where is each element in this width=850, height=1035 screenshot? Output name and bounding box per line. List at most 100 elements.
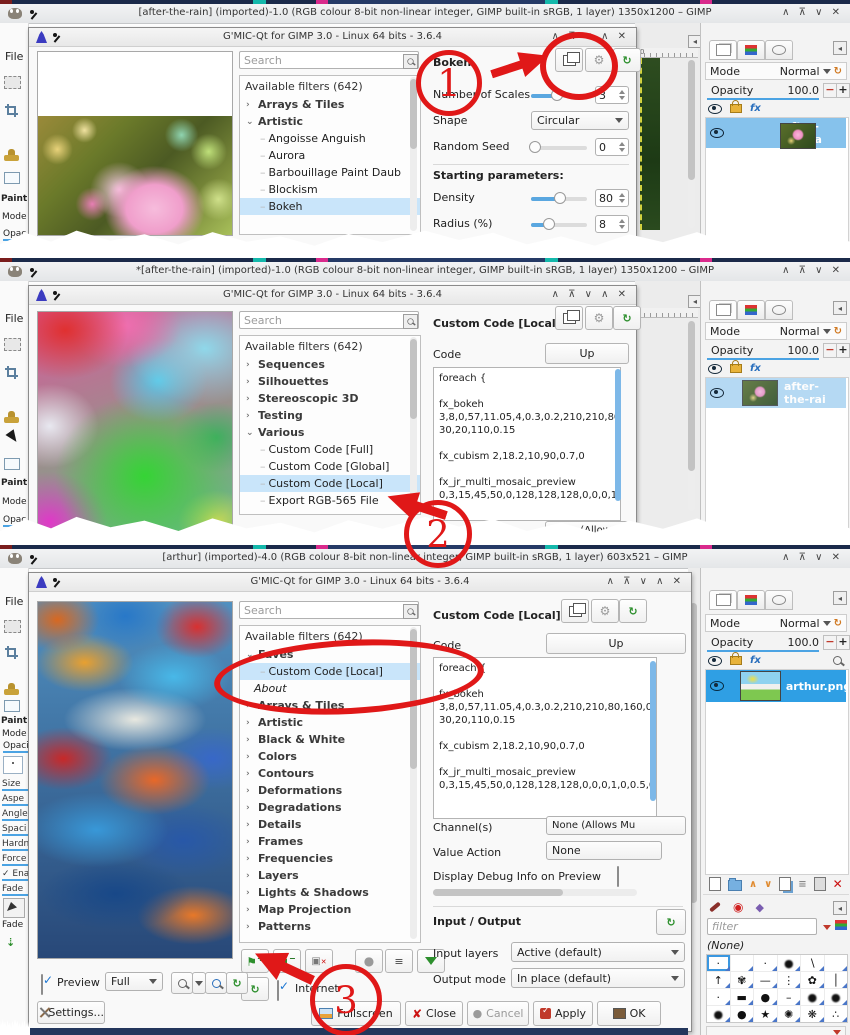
crop-tool-icon[interactable] <box>5 104 18 117</box>
brush-item[interactable]: — <box>754 972 777 988</box>
preview-checkbox[interactable] <box>41 974 43 995</box>
reset-filter-button[interactable]: ↻ <box>619 599 647 623</box>
channels-dropdown[interactable]: None (Allows Mu <box>546 816 686 835</box>
brush-item[interactable]: ✿ <box>801 972 824 988</box>
reset-zoom-button[interactable]: ↻ <box>226 972 248 994</box>
opacity-slider[interactable]: Opacity 100.0 <box>707 83 819 100</box>
density-slider[interactable] <box>531 192 587 204</box>
chevron-down-icon[interactable] <box>823 925 831 930</box>
brush-item[interactable]: ❋ <box>801 1006 824 1022</box>
filter-item[interactable]: › Layers <box>240 867 420 884</box>
ok-button[interactable]: OK <box>597 1001 661 1026</box>
pin-icon[interactable] <box>53 578 57 582</box>
filter-item[interactable]: › Contours <box>240 765 420 782</box>
tool-option-label[interactable]: ✓ Ena <box>2 869 28 881</box>
tool-option-label[interactable]: Fade <box>2 884 28 896</box>
tab-channels[interactable] <box>737 590 765 610</box>
search-layers-icon[interactable] <box>833 656 842 665</box>
update-button[interactable]: Up <box>545 343 629 364</box>
chevron-right-icon[interactable]: › <box>246 854 254 864</box>
tab-paths[interactable] <box>765 300 793 320</box>
pin-icon[interactable] <box>30 10 34 14</box>
code-scrollbar[interactable] <box>650 661 656 801</box>
filter-item[interactable]: – Angoisse Anguish <box>240 130 420 147</box>
brush-item[interactable]: · <box>707 989 730 1005</box>
layer-visibility-icon[interactable] <box>710 388 724 398</box>
crop-tool-icon[interactable] <box>5 366 18 379</box>
mode-select[interactable]: Normal ↻ <box>780 617 842 630</box>
brush-item[interactable]: ∴ <box>824 1006 847 1022</box>
filter-item[interactable]: › Artistic <box>240 714 420 731</box>
brush-item[interactable]: · <box>754 955 777 971</box>
internet-checkbox[interactable] <box>277 980 279 1001</box>
debug-checkbox[interactable] <box>617 866 619 887</box>
lower-layer-icon[interactable]: ∨ <box>764 879 772 890</box>
tab-paths[interactable] <box>765 590 793 610</box>
filter-item[interactable]: › Degradations <box>240 799 420 816</box>
lock-icon[interactable] <box>730 100 742 113</box>
pointer-tool-icon[interactable] <box>5 429 21 445</box>
delete-layer-icon[interactable]: ✕ <box>833 877 843 891</box>
filter-item[interactable]: › Stereoscopic 3D <box>240 390 420 407</box>
seed-slider[interactable] <box>529 141 587 153</box>
chevron-right-icon[interactable]: › <box>246 803 254 813</box>
file-menu[interactable]: File <box>5 50 23 63</box>
opacity-minus-button[interactable]: − <box>823 83 837 98</box>
canvas-vscrollbar[interactable] <box>688 321 695 511</box>
chevron-right-icon[interactable]: › <box>246 718 254 728</box>
dock-menu-button[interactable]: ◂ <box>833 41 847 55</box>
tab-layers[interactable] <box>709 590 737 610</box>
filter-item[interactable]: – Barbouillage Paint Daub <box>240 164 420 181</box>
filter-item[interactable]: › Frames <box>240 833 420 850</box>
chevron-right-icon[interactable]: › <box>246 377 254 387</box>
mode-select[interactable]: Normal ↻ <box>780 325 842 338</box>
filter-item[interactable]: ⌄ Various <box>240 424 420 441</box>
filter-settings-button[interactable]: ⚙ <box>591 599 619 623</box>
chevron-right-icon[interactable]: › <box>246 837 254 847</box>
search-icon[interactable] <box>403 604 418 619</box>
copy-params-button[interactable] <box>555 306 583 330</box>
brush-item[interactable]: ● <box>801 989 824 1005</box>
pin-icon[interactable] <box>30 268 34 272</box>
tool-option-label[interactable]: Hardn <box>2 839 28 851</box>
filter-settings-button[interactable]: ⚙ <box>585 306 613 330</box>
file-menu[interactable]: File <box>5 312 23 325</box>
switch-mode-icon[interactable]: ↻ <box>834 66 842 77</box>
spin-down-icon[interactable] <box>619 96 625 100</box>
chevron-right-icon[interactable]: › <box>246 769 254 779</box>
brush-item[interactable]: ● <box>824 989 847 1005</box>
filter-item[interactable]: › Testing <box>240 407 420 424</box>
brush-item[interactable]: ✺ <box>777 1006 800 1022</box>
tab-channels[interactable] <box>737 300 765 320</box>
rect-select-tool-icon[interactable] <box>4 76 21 89</box>
chevron-right-icon[interactable]: › <box>246 905 254 915</box>
filter-item[interactable]: › Details <box>240 816 420 833</box>
chevron-right-icon[interactable]: › <box>246 752 254 762</box>
window-controls[interactable]: ∧ ⊼ ∨ ✕ <box>782 7 843 18</box>
mode-select[interactable]: Normal ↻ <box>780 65 842 78</box>
filter-item[interactable]: – Custom Code [Local] <box>240 475 420 492</box>
chevron-right-icon[interactable]: › <box>246 360 254 370</box>
brush-preview[interactable] <box>3 756 23 774</box>
chevron-right-icon[interactable]: › <box>246 888 254 898</box>
visibility-icon[interactable] <box>708 363 722 374</box>
dock-menu-button[interactable]: ◂ <box>833 301 847 315</box>
lock-icon[interactable] <box>730 360 742 373</box>
radius-spinbox[interactable]: 8 <box>595 215 629 233</box>
copy-params-button[interactable] <box>561 599 589 623</box>
output-mode-dropdown[interactable]: In place (default) <box>511 968 685 988</box>
switch-mode-icon[interactable]: ↻ <box>834 326 842 337</box>
apply-button[interactable]: Apply <box>533 1001 593 1026</box>
search-input[interactable] <box>239 601 419 619</box>
brush-item[interactable] <box>824 955 847 971</box>
brush-item[interactable]: ↑ <box>707 972 730 988</box>
window-controls[interactable]: ∧ ⊼ ∨ ✕ <box>782 552 843 563</box>
zoom-in-button[interactable] <box>205 972 227 994</box>
filter-item[interactable]: › Patterns <box>240 918 420 935</box>
clone-tool-icon[interactable] <box>4 683 19 695</box>
reset-filter-button[interactable]: ↻ <box>613 306 641 330</box>
value-action-dropdown[interactable]: None <box>546 841 662 860</box>
brush-item[interactable]: ● <box>777 955 800 971</box>
brush-item[interactable]: ● <box>730 1006 753 1022</box>
brush-editor-icon[interactable] <box>835 920 847 930</box>
